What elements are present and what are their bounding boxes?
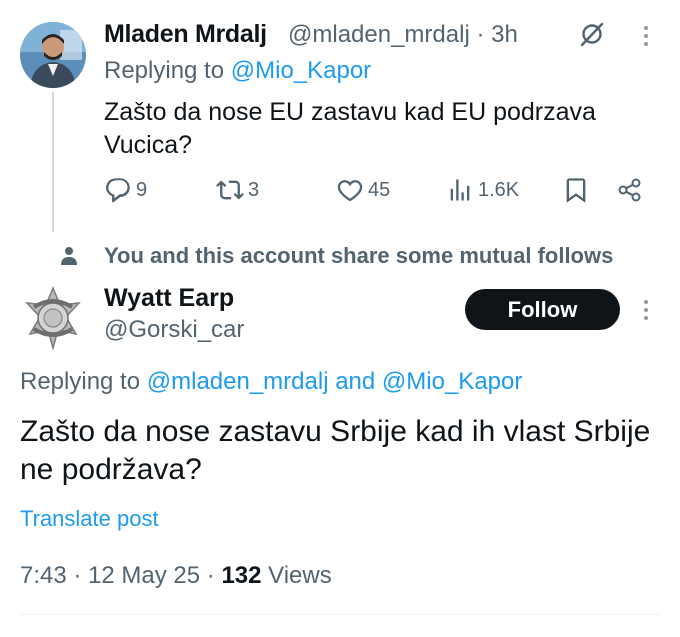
share-button[interactable] [616,176,644,204]
replying-to: Replying to @mladen_mrdalj and @Mio_Kapo… [20,368,522,396]
mention-link[interactable]: @Mio_Kapor [231,57,371,84]
views-count: 1.6K [478,178,520,201]
tweet-text: Zašto da nose EU zastavu kad EU podrzava… [104,98,596,159]
like-button[interactable]: 45 [336,176,390,204]
follow-button[interactable]: Follow [465,289,620,330]
thread-connector-line [52,92,54,232]
timestamp[interactable]: 7:43 · 12 May 25 · [20,562,221,589]
reply-icon [106,178,130,203]
person-icon [61,247,77,265]
mention-link[interactable]: @Mio_Kapor [382,368,522,395]
views-label: Views [261,562,332,589]
mention-link[interactable]: @mladen_mrdalj [147,368,329,395]
author-handle-time[interactable]: @mladen_mrdalj · 3h [288,21,518,49]
repost-icon [216,180,244,200]
avatar[interactable] [20,22,86,88]
repost-button[interactable]: 3 [216,176,259,204]
tweet-meta: 7:43 · 12 May 25 · 132 Views [20,562,332,590]
avatar-image [20,22,86,88]
reply-button[interactable]: 9 [104,176,147,204]
replying-prefix: Replying to [104,57,231,84]
replying-prefix: Replying to [20,368,147,395]
divider [20,614,660,615]
like-count: 45 [368,178,391,201]
share-icon [618,178,641,202]
more-icon[interactable] [634,22,658,50]
repost-count: 3 [248,178,260,201]
views-icon [450,179,470,201]
replying-and: and [328,368,382,395]
bookmark-icon [566,178,586,203]
mutual-follows-text: You and this account share some mutual f… [104,243,614,268]
author-handle[interactable]: @Gorski_car [104,316,244,344]
mutual-follows-note: You and this account share some mutual f… [60,243,613,269]
like-icon [337,180,363,202]
grok-icon[interactable] [578,20,606,48]
author-name[interactable]: Mladen Mrdalj [104,20,267,49]
replying-to: Replying to @Mio_Kapor [104,57,371,85]
marshal-badge-icon [20,285,86,351]
avatar[interactable] [20,285,86,351]
tweet-actions: 9 3 45 1.6K [104,176,664,212]
author-name[interactable]: Wyatt Earp [104,284,234,313]
views-button[interactable]: 1.6K [446,176,519,204]
view-count: 132 [221,562,262,589]
reply-count: 9 [136,178,148,201]
more-icon[interactable] [634,296,658,324]
translate-link[interactable]: Translate post [20,506,159,532]
tweet-text: Zašto da nose zastavu Srbije kad ih vlas… [20,415,651,486]
bookmark-button[interactable] [562,176,590,204]
